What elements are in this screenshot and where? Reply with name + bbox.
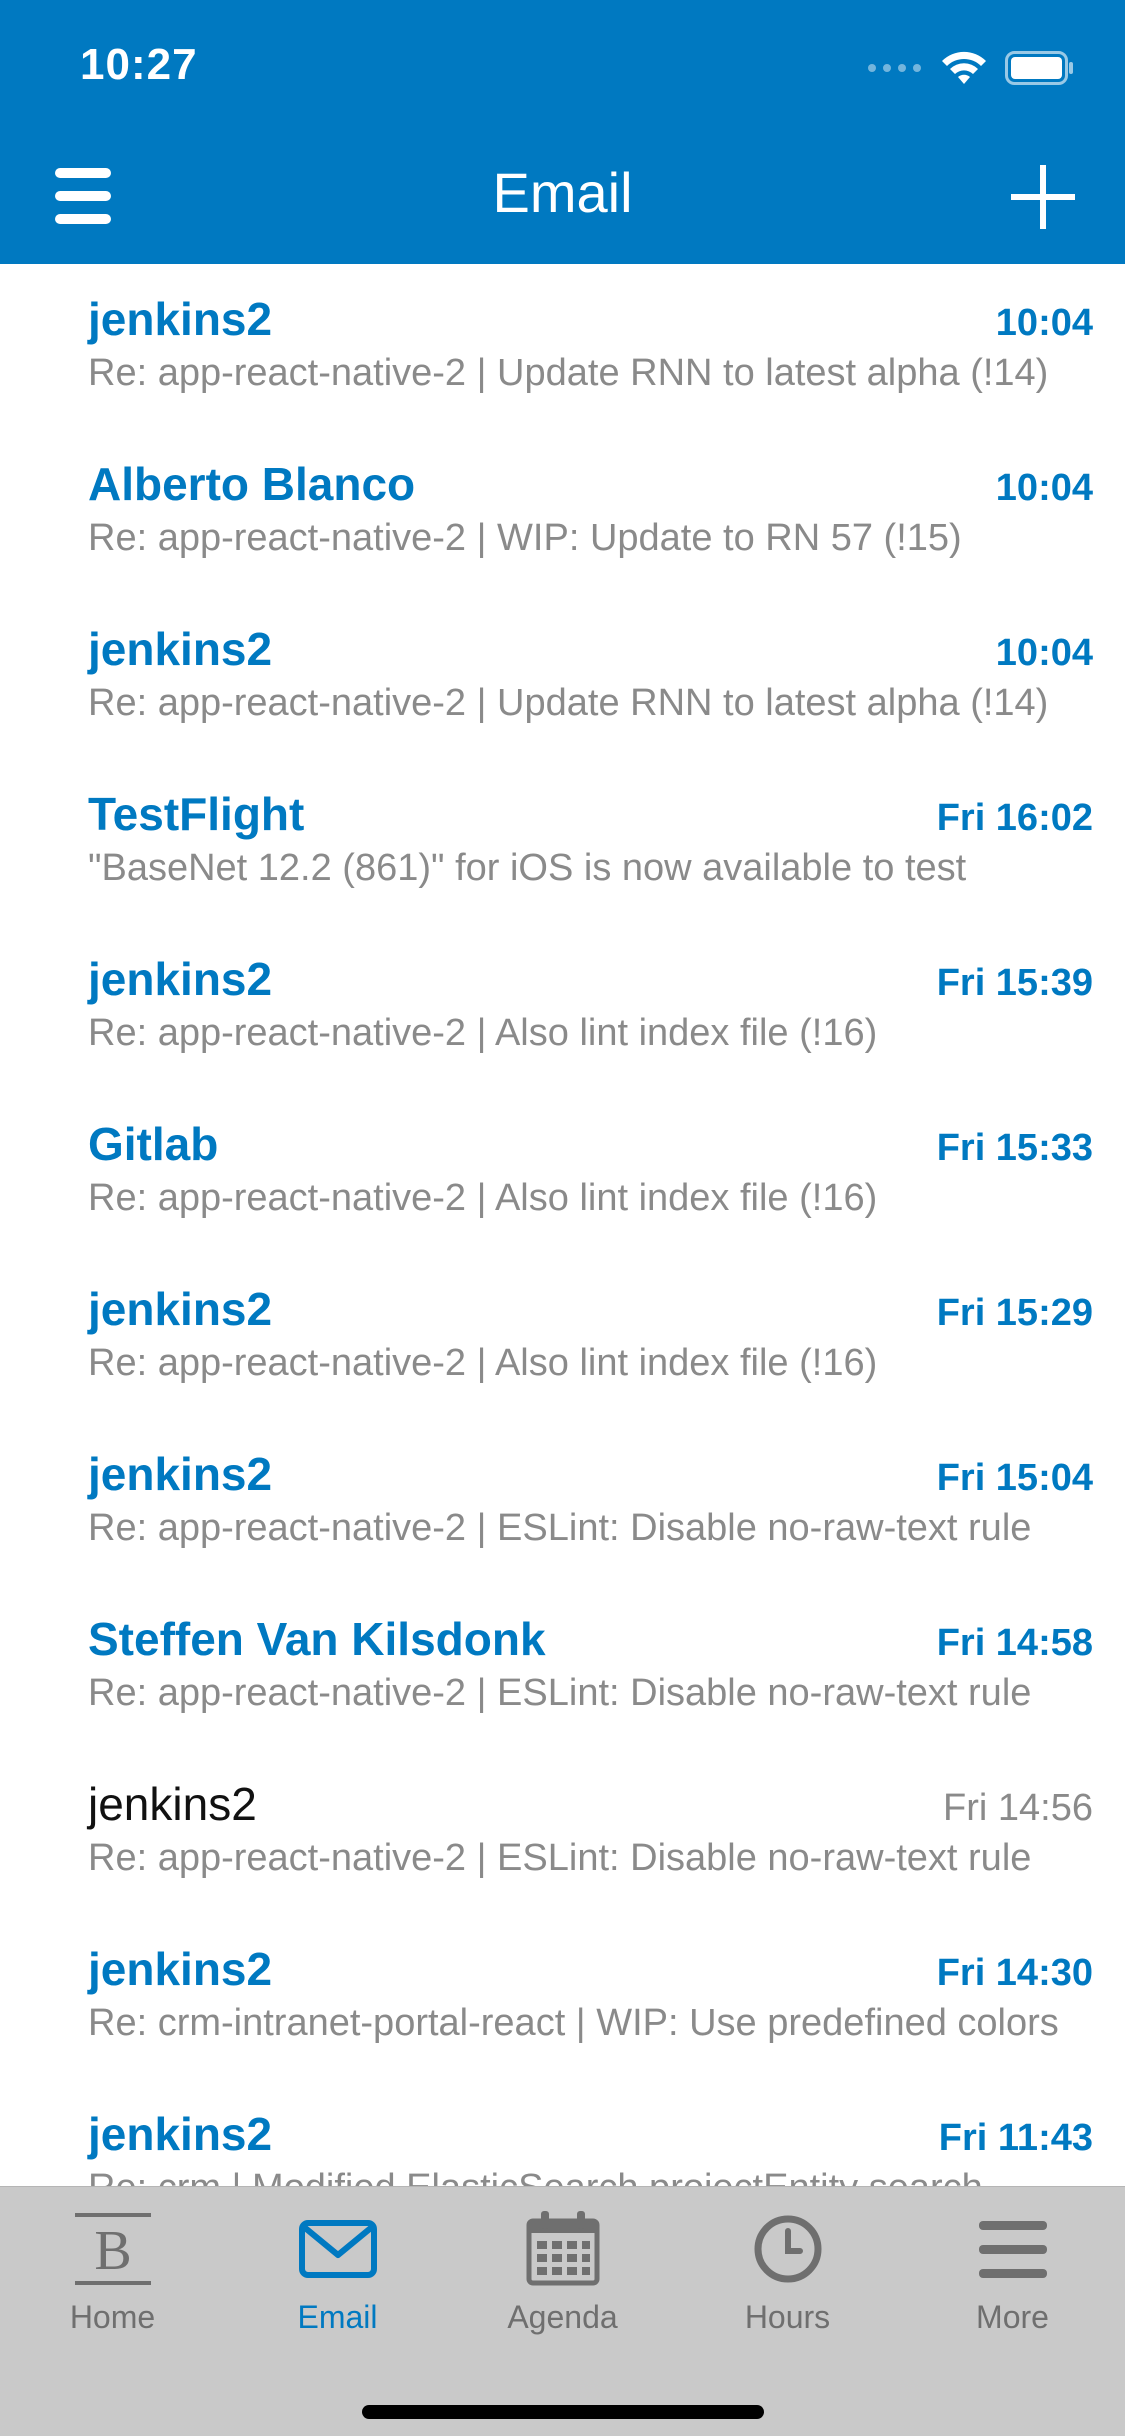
email-sender: TestFlight [88, 788, 305, 840]
email-time: Fri 11:43 [938, 2117, 1093, 2159]
email-row[interactable]: jenkins2 10:04 Re: app-react-native-2 | Up… [0, 264, 1125, 429]
email-subject: Re: app-react-native-2 | WIP: Update to … [88, 517, 962, 559]
app: 10:27 Email jenkins2 10:04 Re: app-react… [0, 0, 1125, 2436]
email-time: 10:04 [995, 467, 1093, 509]
signal-icon [868, 64, 921, 72]
email-row-header: Steffen Van Kilsdonk Fri 14:58 [88, 1584, 1093, 1666]
email-subject: Re: app-react-native-2 | ESLint: Disable… [88, 1507, 1032, 1549]
email-subject: Re: crm-intranet-portal-react | WIP: Use… [88, 2002, 1059, 2044]
email-sender: Steffen Van Kilsdonk [88, 1613, 546, 1665]
email-time: Fri 14:56 [943, 1787, 1093, 1829]
email-row[interactable]: jenkins2 Fri 14:56 Re: app-react-native-2 … [0, 1749, 1125, 1914]
email-sender: jenkins2 [88, 953, 273, 1005]
email-subject: Re: app-react-native-2 | ESLint: Disable… [88, 1837, 1032, 1879]
email-row-header: jenkins2 Fri 15:29 [88, 1254, 1093, 1336]
email-time: Fri 14:30 [936, 1952, 1093, 1994]
add-email-button[interactable] [1011, 165, 1075, 229]
email-row-header: jenkins2 Fri 14:30 [88, 1914, 1093, 1996]
email-time: Fri 14:58 [936, 1622, 1093, 1664]
email-subject: Re: app-react-native-2 | Update RNN to l… [88, 682, 1049, 724]
email-row-header: Alberto Blanco 10:04 [88, 429, 1093, 511]
header: 10:27 Email [0, 0, 1125, 264]
email-row[interactable]: jenkins2 Fri 11:43 Re: crm | Modified Elas… [0, 2079, 1125, 2186]
email-time: Fri 15:29 [936, 1292, 1093, 1334]
tab-label: Hours [744, 2299, 831, 2335]
email-sender: jenkins2 [88, 1778, 257, 1830]
email-row-header: TestFlight Fri 16:02 [88, 759, 1093, 841]
page-title: Email [492, 161, 633, 224]
svg-text:B: B [94, 2220, 131, 2282]
tab-agenda[interactable]: Agenda [450, 2187, 675, 2357]
email-sender: jenkins2 [88, 2108, 273, 2160]
email-time: Fri 15:39 [936, 962, 1093, 1004]
email-time: 10:04 [995, 632, 1093, 674]
clock-icon [748, 2209, 828, 2289]
calendar-icon [523, 2209, 603, 2289]
email-row-header: jenkins2 Fri 15:04 [88, 1419, 1093, 1501]
email-row[interactable]: Gitlab Fri 15:33 Re: app-react-native-2 | … [0, 1089, 1125, 1254]
status-time: 10:27 [80, 40, 198, 89]
email-time: Fri 15:33 [936, 1127, 1093, 1169]
tab-email[interactable]: Email [225, 2187, 450, 2357]
tab-home[interactable]: B Home [0, 2187, 225, 2357]
email-row-header: jenkins2 Fri 15:39 [88, 924, 1093, 1006]
email-sender: jenkins2 [88, 293, 273, 345]
status-icons [867, 50, 1075, 86]
envelope-icon [298, 2209, 378, 2289]
email-row[interactable]: Steffen Van Kilsdonk Fri 14:58 Re: app-rea… [0, 1584, 1125, 1749]
email-sender: jenkins2 [88, 1943, 273, 1995]
email-time: Fri 15:04 [936, 1457, 1093, 1499]
email-row-header: jenkins2 10:04 [88, 594, 1093, 676]
email-subject: Re: app-react-native-2 | ESLint: Disable… [88, 1672, 1032, 1714]
email-sender: jenkins2 [88, 623, 273, 675]
email-sender: jenkins2 [88, 1448, 273, 1500]
email-row-header: jenkins2 Fri 14:56 [88, 1749, 1093, 1831]
tab-label: More [976, 2299, 1049, 2335]
email-subject: Re: app-react-native-2 | Also lint index… [88, 1012, 878, 1054]
tab-hours[interactable]: Hours [675, 2187, 900, 2357]
email-list: jenkins2 10:04 Re: app-react-native-2 | Up… [0, 264, 1125, 2186]
email-row-header: Gitlab Fri 15:33 [88, 1089, 1093, 1171]
tab-label: Agenda [507, 2299, 618, 2335]
email-row-header: jenkins2 10:04 [88, 264, 1093, 346]
more-lines-icon [973, 2209, 1053, 2289]
email-row[interactable]: jenkins2 Fri 15:29 Re: app-react-native-2 … [0, 1254, 1125, 1419]
email-time: Fri 16:02 [936, 797, 1093, 839]
email-subject: Re: app-react-native-2 | Update RNN to l… [88, 352, 1049, 394]
email-row[interactable]: jenkins2 Fri 15:04 Re: app-react-native-2 … [0, 1419, 1125, 1584]
email-row-header: jenkins2 Fri 11:43 [88, 2079, 1093, 2161]
tab-label: Home [69, 2299, 156, 2335]
tab-bar: B Home Email Agenda Hours More [0, 2186, 1125, 2436]
email-subject: Re: app-react-native-2 | Also lint index… [88, 1342, 878, 1384]
email-row[interactable]: Alberto Blanco 10:04 Re: app-react-native-… [0, 429, 1125, 594]
email-sender: Alberto Blanco [88, 458, 416, 510]
email-time: 10:04 [995, 302, 1093, 344]
email-row[interactable]: jenkins2 Fri 15:39 Re: app-react-native-2 … [0, 924, 1125, 1089]
home-b-icon: B [73, 2209, 153, 2289]
email-subject: Re: app-react-native-2 | Also lint index… [88, 1177, 878, 1219]
email-sender: Gitlab [88, 1118, 219, 1170]
email-subject: Re: crm | Modified ElasticSearch project… [88, 2167, 1093, 2186]
email-subject: "BaseNet 12.2 (861)" for iOS is now avai… [88, 847, 967, 889]
tab-more[interactable]: More [900, 2187, 1125, 2357]
tab-label: Email [297, 2299, 378, 2335]
home-indicator [362, 2405, 764, 2419]
battery-icon [1005, 51, 1073, 85]
email-sender: jenkins2 [88, 1283, 273, 1335]
email-row[interactable]: TestFlight Fri 16:02 "BaseNet 12.2 (861)" … [0, 759, 1125, 924]
wifi-icon [942, 51, 986, 84]
email-row[interactable]: jenkins2 Fri 14:30 Re: crm-intranet-portal… [0, 1914, 1125, 2079]
email-row[interactable]: jenkins2 10:04 Re: app-react-native-2 | Up… [0, 594, 1125, 759]
